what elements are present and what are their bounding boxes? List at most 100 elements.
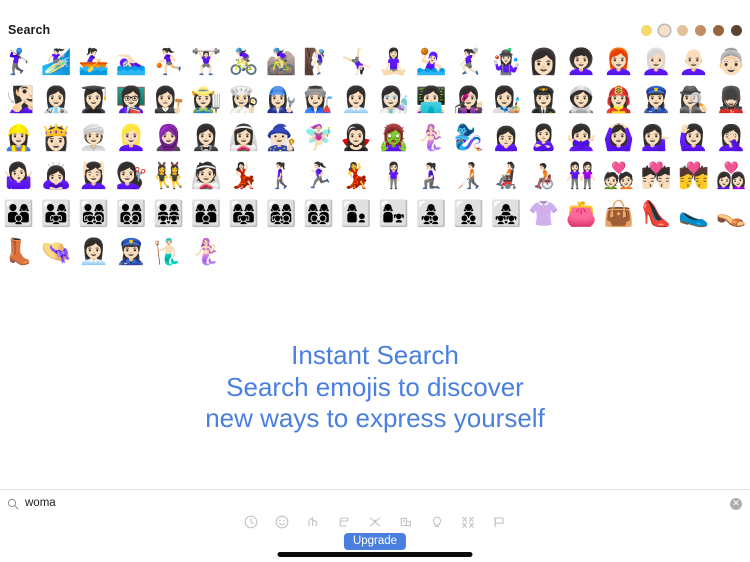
emoji-cell[interactable]: 🚶🏻‍♀️ — [263, 156, 301, 194]
emoji-cell[interactable]: 👩🏻‍🦱 — [563, 42, 601, 80]
emoji-cell[interactable]: 🧕🏻 — [150, 118, 188, 156]
emoji-cell[interactable]: 🙍🏻‍♀️ — [488, 118, 526, 156]
emoji-cell[interactable]: 👰🏻‍♀️ — [225, 118, 263, 156]
emoji-cell[interactable]: 🚴🏻‍♀️ — [225, 42, 263, 80]
emoji-cell[interactable]: 👱🏻‍♀️ — [113, 118, 151, 156]
emoji-cell[interactable]: 🧜🏻‍♂️ — [150, 232, 188, 270]
travel-icon[interactable] — [397, 513, 415, 531]
skin-tone-light-skin-tone[interactable] — [659, 25, 670, 36]
emoji-cell[interactable]: 🧜🏻‍♀️ — [413, 118, 451, 156]
skin-tone-medium-dark-skin-tone[interactable] — [713, 25, 724, 36]
emoji-cell[interactable]: 👠 — [638, 194, 676, 232]
emoji-cell[interactable]: 👚 — [525, 194, 563, 232]
emoji-cell[interactable]: 💇🏻‍♀️ — [113, 156, 151, 194]
emoji-cell[interactable]: ⛹🏻‍♀️ — [150, 42, 188, 80]
emoji-cell[interactable]: 🏄🏻‍♀️ — [38, 42, 76, 80]
emoji-cell[interactable]: 🧙🏻‍♀️ — [263, 118, 301, 156]
emoji-cell[interactable]: 👩‍👩‍👧‍👦 — [263, 194, 301, 232]
emoji-cell[interactable]: 🤽🏻‍♀️ — [413, 42, 451, 80]
emoji-cell[interactable]: 👩🏻‍💻 — [413, 80, 451, 118]
flags-icon[interactable] — [490, 513, 508, 531]
emoji-cell[interactable]: 🤦🏻‍♀️ — [713, 118, 750, 156]
emoji-cell[interactable]: 🏌🏻‍♀️ — [0, 42, 38, 80]
search-input[interactable]: woma — [25, 497, 56, 509]
emoji-cell[interactable]: 🙋🏻‍♀️ — [675, 118, 713, 156]
emoji-cell[interactable]: 🧏🏻‍♀️ — [0, 80, 38, 118]
emoji-cell[interactable]: 👩🏻‍🦳 — [638, 42, 676, 80]
emoji-cell[interactable]: 👩‍👧‍👧 — [488, 194, 526, 232]
emoji-cell[interactable]: 💁🏻‍♀️ — [638, 118, 676, 156]
emoji-cell[interactable]: 👩🏻‍✈️ — [525, 80, 563, 118]
emoji-cell[interactable]: 👛 — [563, 194, 601, 232]
emoji-cell[interactable]: 🙎🏻‍♀️ — [525, 118, 563, 156]
animals-icon[interactable] — [304, 513, 322, 531]
emoji-cell[interactable]: 🧘🏻‍♀️ — [375, 42, 413, 80]
food-icon[interactable] — [335, 513, 353, 531]
emoji-cell[interactable]: 👳🏻‍♀️ — [75, 118, 113, 156]
emoji-cell[interactable]: 💃🏻 — [225, 156, 263, 194]
emoji-cell[interactable]: 🧜🏻‍♀️ — [188, 232, 226, 270]
clear-search-button[interactable]: ✕ — [730, 497, 742, 510]
emoji-cell[interactable]: 👩🏻‍🔧 — [263, 80, 301, 118]
emoji-cell[interactable]: 🏃🏻‍♀️ — [300, 156, 338, 194]
emoji-cell[interactable]: 👰🏻 — [188, 156, 226, 194]
emoji-cell[interactable]: 🤵🏻‍♀️ — [188, 118, 226, 156]
emoji-cell[interactable]: 👩🏻 — [525, 42, 563, 80]
emoji-cell[interactable]: 🧟‍♀️ — [375, 118, 413, 156]
emoji-cell[interactable]: 👩‍👦 — [338, 194, 376, 232]
emoji-cell[interactable]: 🧍🏻‍♀️ — [375, 156, 413, 194]
emoji-cell[interactable]: 👩🏻‍⚖️ — [150, 80, 188, 118]
emoji-cell[interactable]: 🧎🏻‍♀️ — [413, 156, 451, 194]
emoji-cell[interactable]: 👨‍👩‍👧 — [38, 194, 76, 232]
activity-icon[interactable] — [366, 513, 384, 531]
emoji-cell[interactable]: 👩🏻‍⚕️ — [38, 80, 76, 118]
emoji-cell[interactable]: 💑🏻 — [600, 156, 638, 194]
emoji-cell[interactable]: 🏊🏻‍♀️ — [113, 42, 151, 80]
emoji-cell[interactable]: 👩🏻‍🎓 — [75, 80, 113, 118]
emoji-cell[interactable]: 💏🏻 — [638, 156, 676, 194]
skin-tone-default-yellow[interactable] — [641, 25, 652, 36]
emoji-cell[interactable]: 👡 — [713, 194, 750, 232]
emoji-cell[interactable]: 👩‍👩‍👧 — [225, 194, 263, 232]
skin-tone-dark-skin-tone[interactable] — [731, 25, 742, 36]
emoji-cell[interactable]: 👩‍👧 — [375, 194, 413, 232]
emoji-cell[interactable]: 👩🏻‍💼 — [75, 232, 113, 270]
emoji-cell[interactable]: 🤷🏻‍♀️ — [0, 156, 38, 194]
emoji-cell[interactable]: 👮🏻‍♀️ — [638, 80, 676, 118]
emoji-cell[interactable]: 🏋🏻‍♀️ — [188, 42, 226, 80]
emoji-cell[interactable]: 💆🏻‍♀️ — [75, 156, 113, 194]
emoji-cell[interactable]: 👜 — [600, 194, 638, 232]
emoji-cell[interactable]: 👩‍👧‍👦 — [413, 194, 451, 232]
emoji-cell[interactable]: 👩🏻‍🍳 — [225, 80, 263, 118]
recent-icon[interactable] — [242, 513, 260, 531]
emoji-cell[interactable]: 🧛🏻‍♀️ — [338, 118, 376, 156]
emoji-cell[interactable]: 💂🏻‍♀️ — [713, 80, 750, 118]
skin-tone-selector[interactable] — [641, 25, 742, 36]
emoji-cell[interactable]: 👩🏻‍🚀 — [563, 80, 601, 118]
emoji-cell[interactable]: 🧚🏻‍♀️ — [300, 118, 338, 156]
emoji-cell[interactable]: 👢 — [0, 232, 38, 270]
emoji-cell[interactable]: 💏 — [675, 156, 713, 194]
emoji-cell[interactable]: 👩🏻‍💼 — [338, 80, 376, 118]
emoji-cell[interactable]: 🤹🏻‍♀️ — [488, 42, 526, 80]
emoji-cell[interactable]: 👮🏻‍♀️ — [113, 232, 151, 270]
emoji-cell[interactable]: 👭🏻 — [563, 156, 601, 194]
emoji-cell[interactable]: 👨‍👩‍👧‍👦 — [75, 194, 113, 232]
emoji-cell[interactable]: 👩‍👩‍👦 — [188, 194, 226, 232]
emoji-cell[interactable]: 👩🏻‍🌾 — [188, 80, 226, 118]
emoji-cell[interactable]: 🙆🏻‍♀️ — [600, 118, 638, 156]
emoji-cell[interactable]: 🧑🏻‍🦯 — [450, 156, 488, 194]
emoji-cell[interactable]: 🧞‍♀️ — [450, 118, 488, 156]
emoji-cell[interactable]: 🚵🏻‍♀️ — [263, 42, 301, 80]
emoji-cell[interactable]: 👩🏻‍🦲 — [675, 42, 713, 80]
emoji-cell[interactable]: 🥿 — [675, 194, 713, 232]
emoji-cell[interactable]: 👩‍👩‍👦‍👦 — [300, 194, 338, 232]
emoji-cell[interactable]: 👒 — [38, 232, 76, 270]
smileys-icon[interactable] — [273, 513, 291, 531]
emoji-cell[interactable]: 👩‍👦‍👦 — [450, 194, 488, 232]
skin-tone-medium-light-skin-tone[interactable] — [677, 25, 688, 36]
emoji-cell[interactable]: 💃 — [338, 156, 376, 194]
emoji-cell[interactable]: 🧑🏻‍🦽 — [525, 156, 563, 194]
emoji-cell[interactable]: 🙅🏻‍♀️ — [563, 118, 601, 156]
emoji-cell[interactable]: 👩🏻‍🏫 — [113, 80, 151, 118]
